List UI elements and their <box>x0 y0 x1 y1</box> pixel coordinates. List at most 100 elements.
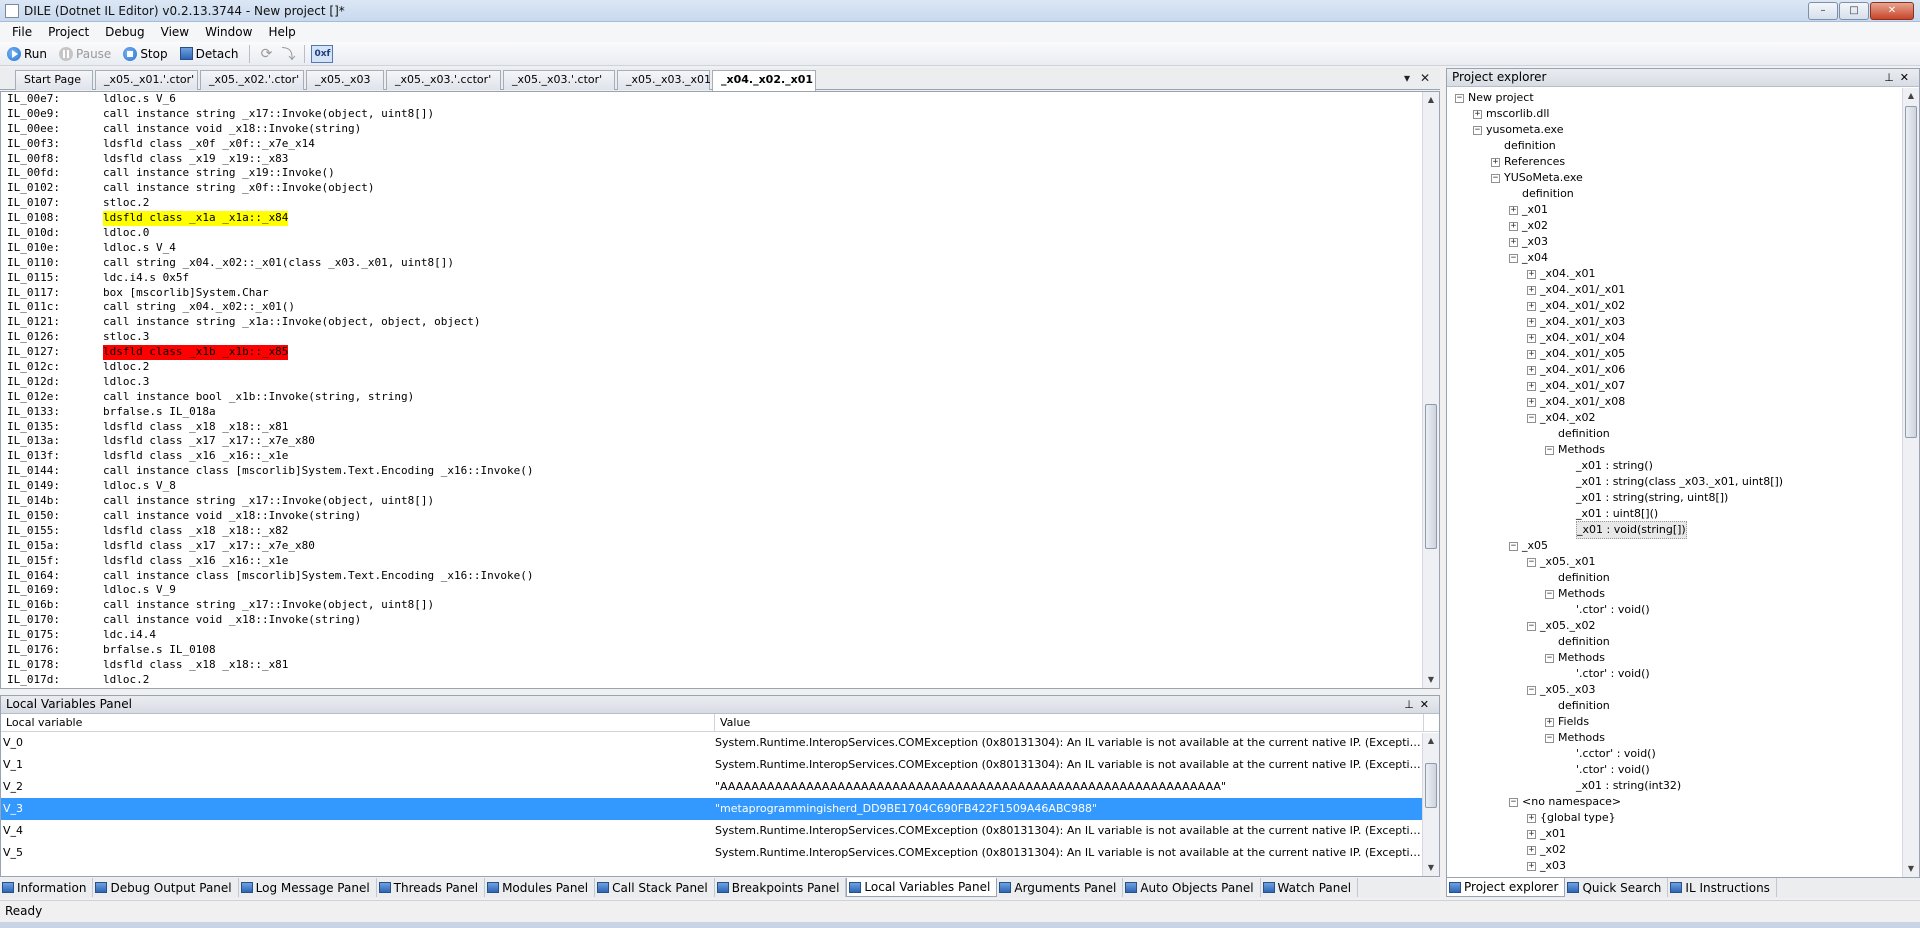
tree-node[interactable]: + _x03 <box>1509 234 1548 250</box>
code-line[interactable]: IL_013f: ldsfld class _x16 _x16::_x1e <box>7 449 533 464</box>
code-line[interactable]: IL_00ee: call instance void _x18::Invoke(… <box>7 122 533 137</box>
local-variable-row[interactable]: V_1 System.Runtime.InteropServices.COMExc… <box>1 754 1439 776</box>
project-panel-tab[interactable]: Quick Search <box>1565 878 1669 897</box>
pause-button[interactable]: Pause <box>54 44 116 64</box>
bottom-tab[interactable]: Threads Panel <box>377 878 486 897</box>
code-line[interactable]: IL_017d: ldloc.2 <box>7 673 533 688</box>
scroll-up-icon[interactable]: ▲ <box>1903 88 1919 104</box>
code-line[interactable]: IL_015f: ldsfld class _x16 _x16::_x1e <box>7 554 533 569</box>
bottom-tab[interactable]: Breakpoints Panel <box>715 878 847 897</box>
collapse-icon[interactable]: − <box>1545 653 1554 663</box>
tree-node[interactable]: + _x02 <box>1527 842 1566 858</box>
bottom-tab[interactable]: Debug Output Panel <box>93 878 239 897</box>
menu-file[interactable]: File <box>4 22 40 42</box>
tab-list-chevron-icon[interactable]: ▾ <box>1404 71 1410 85</box>
tree-node[interactable]: definition <box>1545 570 1610 586</box>
tree-node[interactable]: + _x02 <box>1509 218 1548 234</box>
expand-icon[interactable]: + <box>1527 349 1536 359</box>
code-scroll-thumb[interactable] <box>1425 404 1437 549</box>
code-line[interactable]: IL_0127: ldsfld class _x1b _x1b::_x85 <box>7 345 533 361</box>
expand-icon[interactable]: + <box>1527 285 1536 295</box>
code-line[interactable]: IL_0135: ldsfld class _x18 _x18::_x81 <box>7 420 533 435</box>
menu-view[interactable]: View <box>153 22 197 42</box>
expand-icon[interactable]: + <box>1527 333 1536 343</box>
code-line[interactable]: IL_0150: call instance void _x18::Invoke(… <box>7 509 533 524</box>
tree-node[interactable]: + _x04._x01/_x01 <box>1527 282 1625 298</box>
doc-tab[interactable]: _x05._x03.'.cctor' <box>386 70 501 90</box>
minimize-button[interactable]: – <box>1808 2 1838 20</box>
doc-tab[interactable]: _x05._x02.'.ctor' <box>200 70 304 90</box>
expand-icon[interactable]: + <box>1527 861 1536 871</box>
code-line[interactable]: IL_00f8: ldsfld class _x19 _x19::_x83 <box>7 152 533 167</box>
code-line[interactable]: IL_0178: ldsfld class _x18 _x18::_x81 <box>7 658 533 673</box>
tree-node[interactable]: + _x04._x01/_x06 <box>1527 362 1625 378</box>
code-line[interactable]: IL_0121: call instance string _x1a::Invok… <box>7 315 533 330</box>
column-local-variable[interactable]: Local variable <box>1 714 715 731</box>
code-line[interactable]: IL_015a: ldsfld class _x17 _x17::_x7e_x80 <box>7 539 533 554</box>
tree-node[interactable]: definition <box>1545 634 1610 650</box>
scroll-down-icon[interactable]: ▼ <box>1423 860 1439 876</box>
tree-node[interactable]: − Methods <box>1545 586 1605 602</box>
project-tree[interactable]: − New project + mscorlib.dll − yusometa.exe de… <box>1447 88 1903 877</box>
collapse-icon[interactable]: − <box>1545 733 1554 743</box>
tree-node[interactable]: '.ctor' : void() <box>1563 762 1650 778</box>
tree-node[interactable]: − yusometa.exe <box>1473 122 1564 138</box>
code-line[interactable]: IL_0155: ldsfld class _x18 _x18::_x82 <box>7 524 533 539</box>
tree-node[interactable]: − _x05._x01 <box>1527 554 1596 570</box>
tree-node[interactable]: _x01 : string(string, uint8[]) <box>1563 490 1728 506</box>
close-panel-icon[interactable]: ✕ <box>1420 698 1435 711</box>
tree-node[interactable]: '.ctor' : void() <box>1563 602 1650 618</box>
expand-icon[interactable]: + <box>1527 829 1536 839</box>
code-line[interactable]: IL_012c: ldloc.2 <box>7 360 533 375</box>
project-panel-tab[interactable]: IL Instructions <box>1668 878 1777 897</box>
stop-button[interactable]: Stop <box>118 44 172 64</box>
code-line[interactable]: IL_0133: brfalse.s IL_018a <box>7 405 533 420</box>
code-line[interactable]: IL_0144: call instance class [mscorlib]Sy… <box>7 464 533 479</box>
tree-node[interactable]: + _x04._x01/_x08 <box>1527 394 1625 410</box>
code-line[interactable]: IL_0108: ldsfld class _x1a _x1a::_x84 <box>7 211 533 227</box>
tree-node[interactable]: + mscorlib.dll <box>1473 106 1549 122</box>
collapse-icon[interactable]: − <box>1509 797 1518 807</box>
code-line[interactable]: IL_00e9: call instance string _x17::Invok… <box>7 107 533 122</box>
close-panel-icon[interactable]: ✕ <box>1900 71 1915 84</box>
run-button[interactable]: Run <box>2 44 52 64</box>
doc-tab[interactable]: _x04._x02._x01 <box>712 70 816 91</box>
column-value[interactable]: Value <box>715 714 1424 731</box>
expand-icon[interactable]: + <box>1527 365 1536 375</box>
step-over-icon[interactable]: ⟳ <box>256 44 276 64</box>
code-line[interactable]: IL_00e7: ldloc.s V_6 <box>7 92 533 107</box>
tree-scroll-thumb[interactable] <box>1905 106 1917 438</box>
expand-icon[interactable]: + <box>1473 109 1482 119</box>
hex-display-toggle[interactable]: 0xf <box>311 44 334 63</box>
tree-node[interactable]: − Methods <box>1545 730 1605 746</box>
scroll-up-icon[interactable]: ▲ <box>1423 733 1439 749</box>
expand-icon[interactable]: + <box>1509 205 1518 215</box>
code-line[interactable]: IL_010e: ldloc.s V_4 <box>7 241 533 256</box>
code-line[interactable]: IL_012e: call instance bool _x1b::Invoke(… <box>7 390 533 405</box>
code-line[interactable]: IL_0117: box [mscorlib]System.Char <box>7 286 533 301</box>
collapse-icon[interactable]: − <box>1545 445 1554 455</box>
tree-node[interactable]: _x01 : uint8[]() <box>1563 506 1658 522</box>
tree-node[interactable]: + _x04._x01/_x04 <box>1527 330 1625 346</box>
tree-node[interactable]: + _x04._x01 <box>1527 266 1596 282</box>
code-line[interactable]: IL_0169: ldloc.s V_9 <box>7 583 533 598</box>
expand-icon[interactable]: + <box>1545 717 1554 727</box>
collapse-icon[interactable]: − <box>1527 557 1536 567</box>
maximize-button[interactable]: □ <box>1839 2 1869 20</box>
tree-node[interactable]: + Fields <box>1545 714 1589 730</box>
code-line[interactable]: IL_010d: ldloc.0 <box>7 226 533 241</box>
tree-node[interactable]: definition <box>1491 138 1556 154</box>
tree-node[interactable]: + _x01 <box>1527 826 1566 842</box>
tree-node[interactable]: definition <box>1509 186 1574 202</box>
code-line[interactable]: IL_013a: ldsfld class _x17 _x17::_x7e_x80 <box>7 434 533 449</box>
tree-node[interactable]: _x01 : void(string[]) <box>1563 521 1687 539</box>
doc-tab[interactable]: _x05._x03 <box>306 70 384 90</box>
tree-node[interactable]: − <no namespace> <box>1509 794 1621 810</box>
doc-tab[interactable]: _x05._x03._x01 <box>617 70 711 90</box>
collapse-icon[interactable]: − <box>1455 93 1464 103</box>
scroll-down-icon[interactable]: ▼ <box>1903 861 1919 877</box>
expand-icon[interactable]: + <box>1527 301 1536 311</box>
collapse-icon[interactable]: − <box>1509 253 1518 263</box>
bottom-tab[interactable]: Auto Objects Panel <box>1123 878 1261 897</box>
local-variable-row[interactable]: V_5 System.Runtime.InteropServices.COMExc… <box>1 842 1439 864</box>
